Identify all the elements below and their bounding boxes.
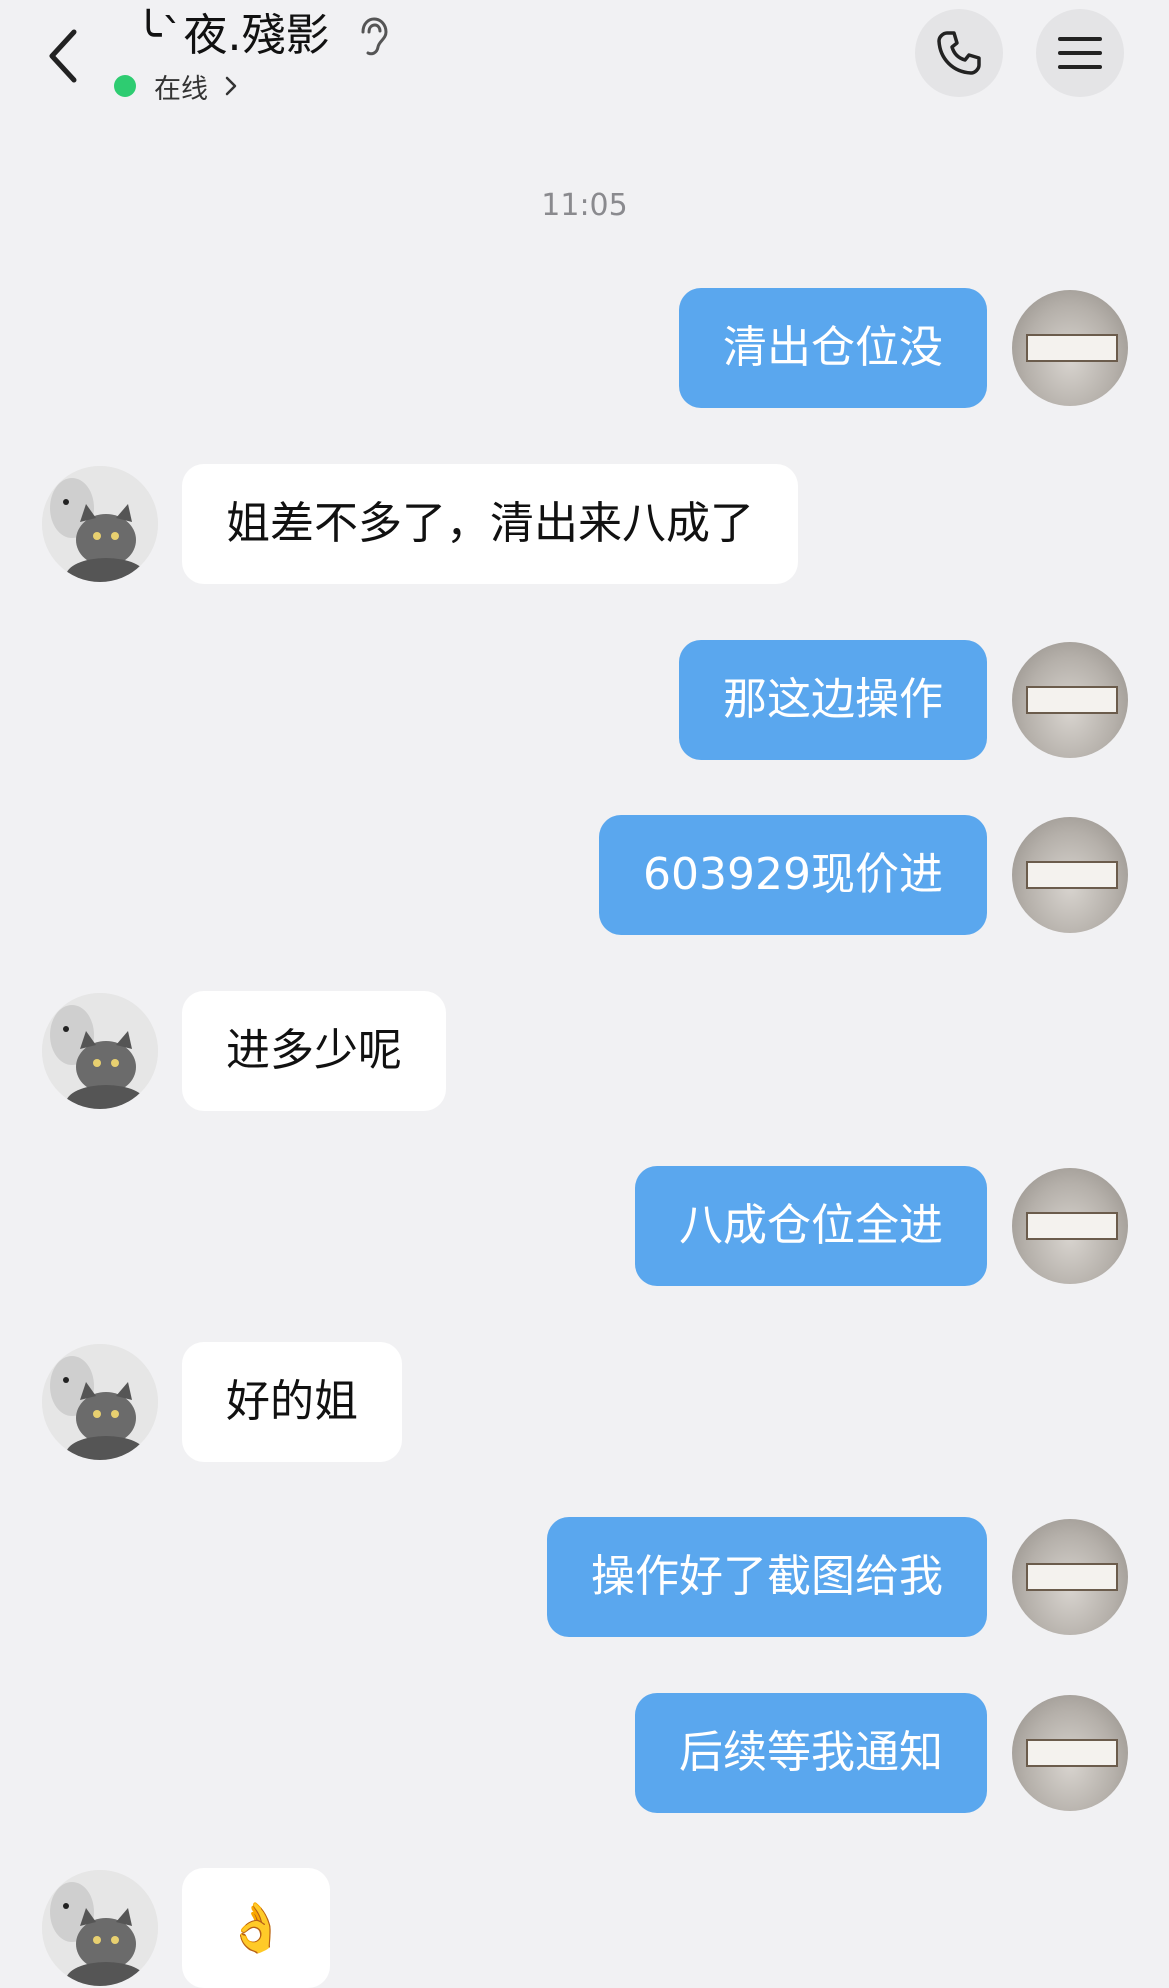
message-row: 清出仓位没 <box>0 288 1169 408</box>
more-menu-button[interactable] <box>1036 9 1124 97</box>
my-avatar[interactable] <box>1012 642 1128 758</box>
outgoing-message-bubble[interactable]: 操作好了截图给我 <box>547 1517 987 1637</box>
message-row: 操作好了截图给我 <box>0 1517 1169 1637</box>
incoming-message-bubble[interactable]: 好的姐 <box>182 1342 402 1462</box>
my-avatar[interactable] <box>1012 1168 1128 1284</box>
message-timestamp: 11:05 <box>541 188 628 223</box>
outgoing-message-bubble[interactable]: 八成仓位全进 <box>635 1166 987 1286</box>
back-button[interactable] <box>38 20 98 90</box>
contact-avatar[interactable] <box>42 993 158 1109</box>
incoming-message-bubble[interactable]: 进多少呢 <box>182 991 446 1111</box>
message-row: 那这边操作 <box>0 640 1169 760</box>
outgoing-message-bubble[interactable]: 那这边操作 <box>679 640 987 760</box>
online-indicator-dot <box>114 75 136 97</box>
outgoing-message-bubble[interactable]: 603929现价进 <box>599 815 987 935</box>
message-row: 八成仓位全进 <box>0 1166 1169 1286</box>
cat-photo-icon <box>42 993 158 1109</box>
message-row: 后续等我通知 <box>0 1693 1169 1813</box>
outgoing-message-bubble[interactable]: 后续等我通知 <box>635 1693 987 1813</box>
outgoing-message-bubble[interactable]: 清出仓位没 <box>679 288 987 408</box>
cat-photo-icon <box>42 466 158 582</box>
message-row: 姐差不多了，清出来八成了 <box>0 464 1169 584</box>
contact-avatar[interactable] <box>42 1344 158 1460</box>
chevron-left-icon <box>49 29 77 83</box>
chat-header: ╰`夜.殘影 在线 <box>0 0 1169 125</box>
phone-icon <box>937 31 981 75</box>
message-row: 603929现价进 <box>0 815 1169 935</box>
my-avatar[interactable] <box>1012 1695 1128 1811</box>
message-row: 好的姐 <box>0 1342 1169 1462</box>
contact-avatar[interactable] <box>42 466 158 582</box>
chevron-right-icon <box>225 76 237 96</box>
online-status[interactable]: 在线 <box>114 68 238 105</box>
contact-avatar[interactable] <box>42 1870 158 1986</box>
contact-name[interactable]: ╰`夜.殘影 <box>135 6 329 66</box>
cat-photo-icon <box>42 1870 158 1986</box>
voice-call-button[interactable] <box>915 9 1003 97</box>
message-row: 进多少呢 <box>0 991 1169 1111</box>
my-avatar[interactable] <box>1012 1519 1128 1635</box>
menu-icon <box>1058 37 1102 69</box>
incoming-message-bubble[interactable]: 姐差不多了，清出来八成了 <box>182 464 798 584</box>
message-row: 👌 <box>0 1868 1169 1988</box>
incoming-emoji-bubble[interactable]: 👌 <box>182 1868 330 1988</box>
my-avatar[interactable] <box>1012 817 1128 933</box>
cat-photo-icon <box>42 1344 158 1460</box>
ear-icon[interactable] <box>355 16 391 58</box>
status-label: 在线 <box>154 73 208 105</box>
my-avatar[interactable] <box>1012 290 1128 406</box>
